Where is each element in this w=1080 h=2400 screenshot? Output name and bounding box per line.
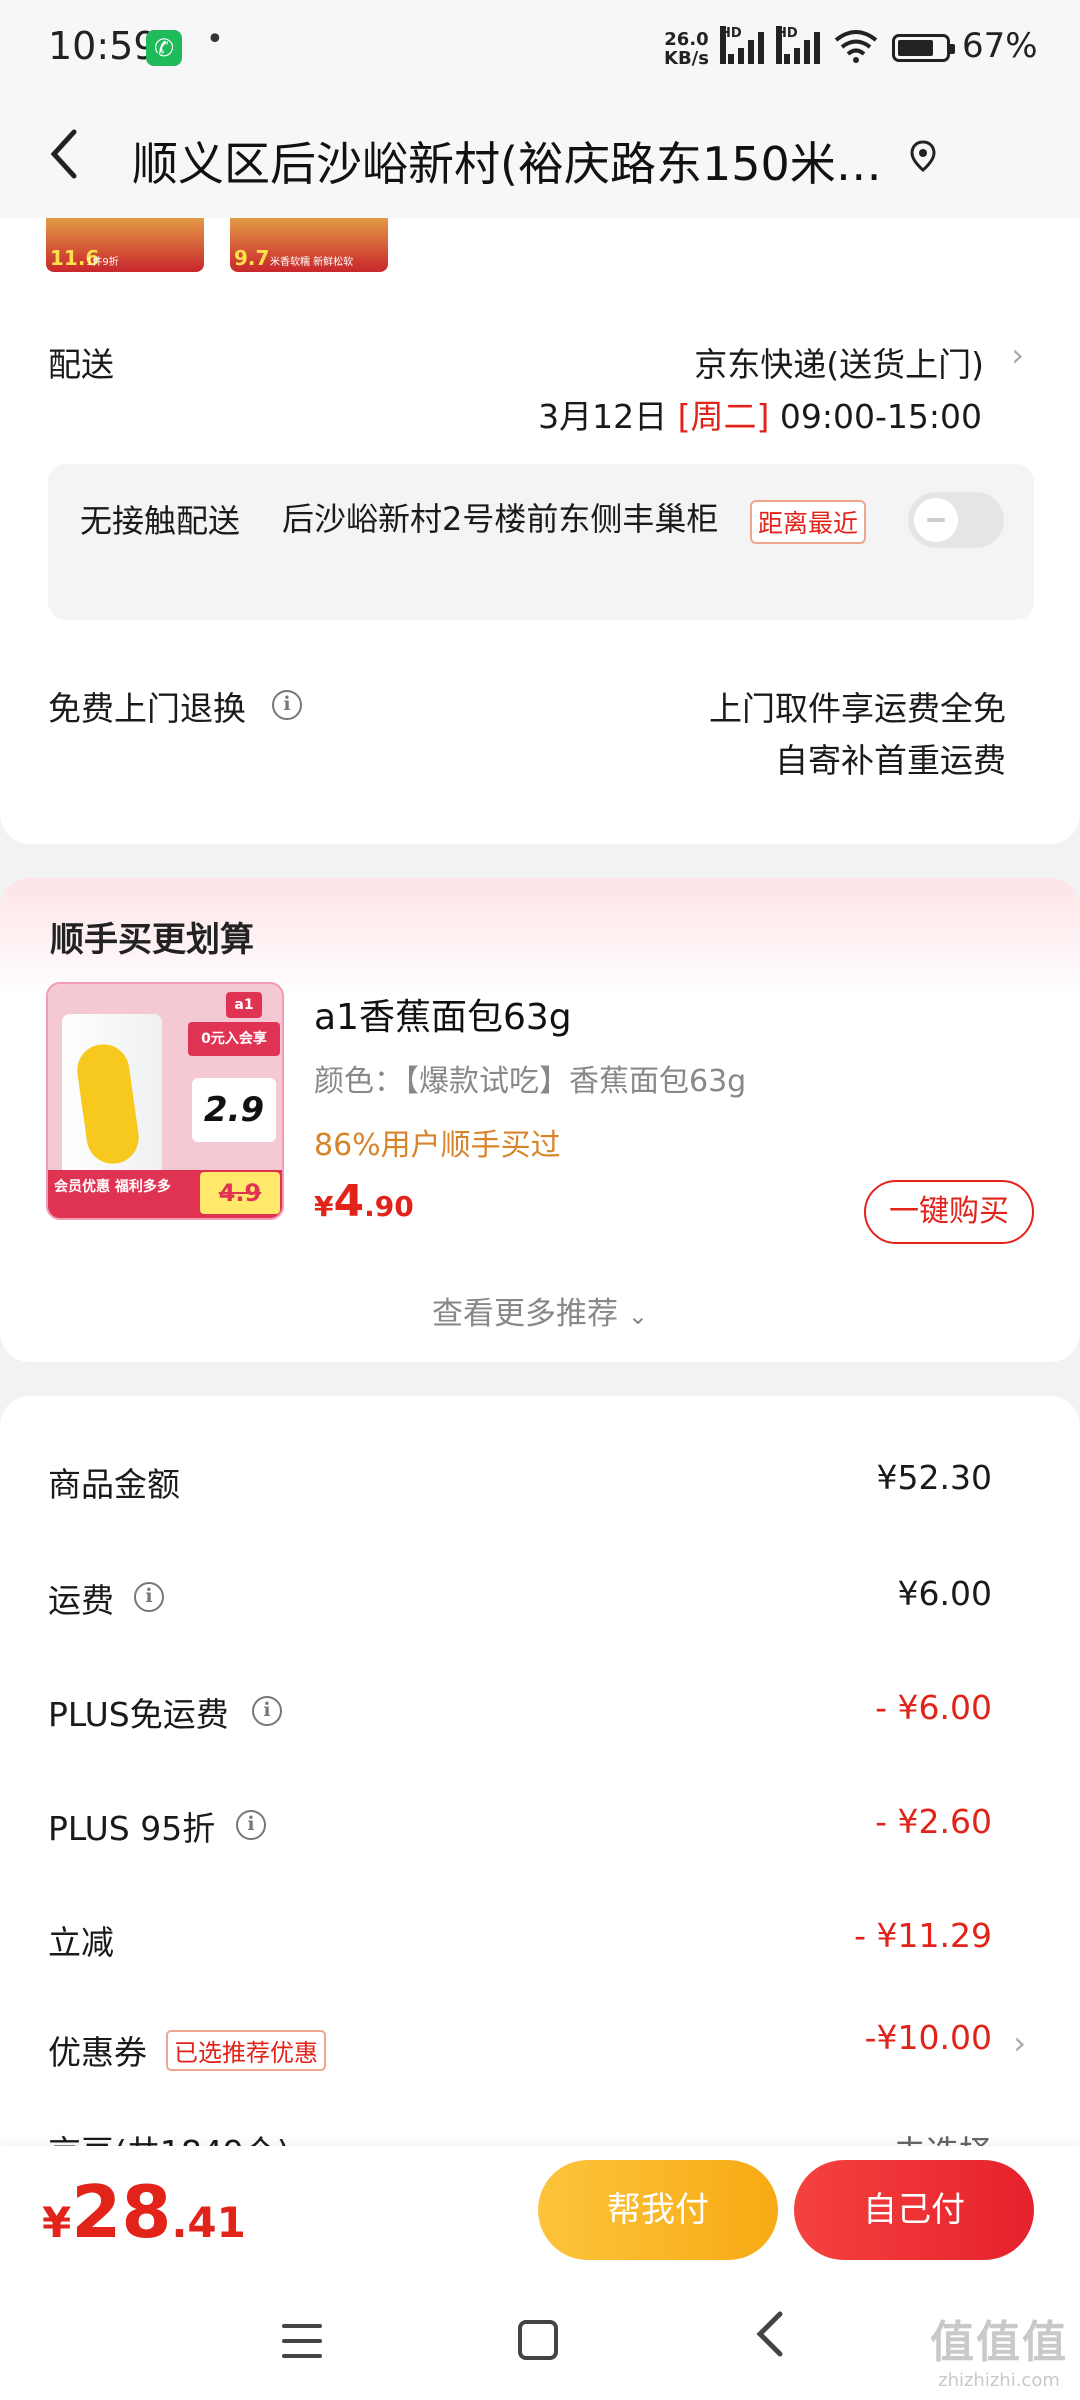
coupon-value[interactable]: -¥10.00	[865, 2018, 992, 2057]
notification-dot: •	[206, 22, 224, 57]
product-thumbnail[interactable]: 11.6 1件9折	[46, 218, 204, 272]
delivery-date: 3月12日	[538, 397, 668, 436]
contactless-address: 后沙峪新村2号楼前东侧丰巢柜	[282, 500, 719, 538]
more-recommendations-label: 查看更多推荐	[432, 1296, 619, 1332]
info-icon[interactable]: i	[252, 1696, 282, 1726]
signal-icon: HD	[720, 26, 770, 64]
home-icon[interactable]	[518, 2320, 558, 2360]
freight-label: 运费	[48, 1581, 114, 1620]
total-currency: ¥	[42, 2198, 72, 2247]
vip-text: 0元入会享	[188, 1022, 280, 1056]
price-integer: 4	[333, 1176, 365, 1227]
returns-line1: 上门取件享运费全免	[709, 689, 1006, 728]
status-time: 10:59	[48, 24, 158, 68]
system-nav-bar: 值值值 zhizhizhi.com	[0, 2286, 1080, 2400]
back-button[interactable]	[44, 124, 94, 184]
delivery-card: 11.6 1件9折 9.7 米香软糯 新鲜松软 配送 京东快递(送货上门) › …	[0, 218, 1080, 844]
delivery-weekday: [周二]	[677, 397, 770, 436]
info-icon[interactable]: i	[236, 1810, 266, 1840]
upsell-title: 顺手买更划算	[50, 920, 254, 960]
thumbnail-price: 9.7	[234, 246, 270, 270]
battery-percent: 67%	[962, 26, 1038, 66]
watermark-url: zhizhizhi.com	[938, 2370, 1060, 2391]
goods-amount-label: 商品金额	[48, 1465, 180, 1504]
contactless-label: 无接触配送	[80, 502, 241, 540]
network-speed-value: 26.0	[664, 29, 709, 50]
chevron-left-icon	[50, 129, 77, 179]
chevron-right-icon[interactable]: ›	[1013, 2024, 1026, 2062]
contactless-delivery: 无接触配送 后沙峪新村2号楼前东侧丰巢柜 距离最近	[48, 464, 1034, 620]
product-variant: 颜色：【爆款试吃】香蕉面包63g	[314, 1064, 747, 1099]
product-image[interactable]: a1 0元入会享 2.9 会员优惠 福利多多 4.9	[46, 982, 284, 1220]
plus-free-shipping-label: PLUS免运费	[48, 1695, 229, 1734]
contactless-toggle[interactable]	[908, 492, 1004, 548]
goods-amount-value: ¥52.30	[876, 1458, 992, 1497]
total-price: ¥28.41	[42, 2170, 246, 2254]
delivery-time[interactable]: 3月12日 [周二] 09:00-15:00	[538, 390, 982, 438]
price-currency: ¥	[314, 1190, 334, 1223]
hd-label: HD	[720, 26, 742, 64]
delivery-window: 09:00-15:00	[779, 397, 982, 436]
watermark-logo: 值值值	[930, 2317, 1068, 2368]
more-recommendations[interactable]: 查看更多推荐 ⌄	[0, 1288, 1080, 1333]
total-decimal: .41	[171, 2198, 246, 2247]
back-icon[interactable]	[752, 2306, 788, 2374]
member-benefit-text: 会员优惠 福利多多	[54, 1179, 171, 1195]
address-title[interactable]: 顺义区后沙峪新村(裕庆路东150米…	[132, 128, 892, 194]
signal-icon: HD	[776, 26, 826, 64]
menu-icon[interactable]	[282, 2324, 322, 2360]
coupon-badge: 已选推荐优惠	[166, 2030, 326, 2071]
info-icon[interactable]: i	[272, 690, 302, 720]
returns-label: 免费上门退换	[48, 689, 246, 728]
hd-label: HD	[776, 26, 798, 64]
price-decimal: .90	[364, 1190, 414, 1223]
delivery-label: 配送	[48, 345, 114, 384]
network-speed-unit: KB/s	[664, 48, 709, 69]
wifi-icon	[832, 28, 880, 73]
upsell-card: 顺手买更划算 a1 0元入会享 2.9 会员优惠 福利多多 4.9 a1香蕉面包…	[0, 878, 1080, 1362]
instant-discount-value: - ¥11.29	[854, 1916, 992, 1955]
call-icon: ✆	[146, 30, 182, 66]
chevron-right-icon[interactable]: ›	[1011, 336, 1024, 374]
brand-logo: a1	[226, 992, 262, 1018]
plus-discount-value: - ¥2.60	[875, 1802, 992, 1841]
product-name[interactable]: a1香蕉面包63g	[314, 988, 572, 1040]
header: 顺义区后沙峪新村(裕庆路东150米…	[0, 98, 1080, 218]
plus-discount-label: PLUS 95折	[48, 1809, 216, 1848]
battery-icon	[892, 34, 955, 62]
freight-value: ¥6.00	[897, 1574, 992, 1613]
coupon-label: 优惠券	[48, 2033, 147, 2072]
thumbnail-tag: 米香软糯 新鲜松软	[270, 257, 354, 268]
watermark: 值值值 zhizhizhi.com	[924, 2306, 1074, 2391]
location-pin-icon[interactable]	[910, 140, 936, 172]
checkout-bar: ¥28.41 帮我付 自己付	[0, 2146, 1080, 2286]
member-price: 2.9	[192, 1078, 276, 1142]
returns-line2: 自寄补首重运费	[775, 741, 1006, 780]
original-price: 4.9	[200, 1172, 280, 1214]
instant-discount-label: 立减	[48, 1923, 114, 1962]
help-pay-button[interactable]: 帮我付	[538, 2160, 778, 2260]
network-speed: 26.0 KB/s	[664, 30, 709, 68]
shipping-method[interactable]: 京东快递(送货上门)	[694, 338, 984, 386]
product-thumbnail[interactable]: 9.7 米香软糯 新鲜松软	[230, 218, 388, 272]
total-integer: 28	[71, 2170, 172, 2254]
product-price: ¥4.90	[314, 1176, 414, 1227]
status-bar: 10:59 ✆ • 26.0 KB/s HD HD 67%	[0, 0, 1080, 98]
plus-free-shipping-value: - ¥6.00	[875, 1688, 992, 1727]
nearest-badge: 距离最近	[750, 500, 867, 544]
self-pay-button[interactable]: 自己付	[794, 2160, 1034, 2260]
chevron-down-icon: ⌄	[627, 1302, 648, 1330]
bought-stat: 86%用户顺手买过	[314, 1128, 561, 1163]
info-icon[interactable]: i	[134, 1582, 164, 1612]
thumbnail-tag: 1件9折	[86, 257, 119, 268]
one-click-buy-button[interactable]: 一键购买	[864, 1180, 1034, 1244]
